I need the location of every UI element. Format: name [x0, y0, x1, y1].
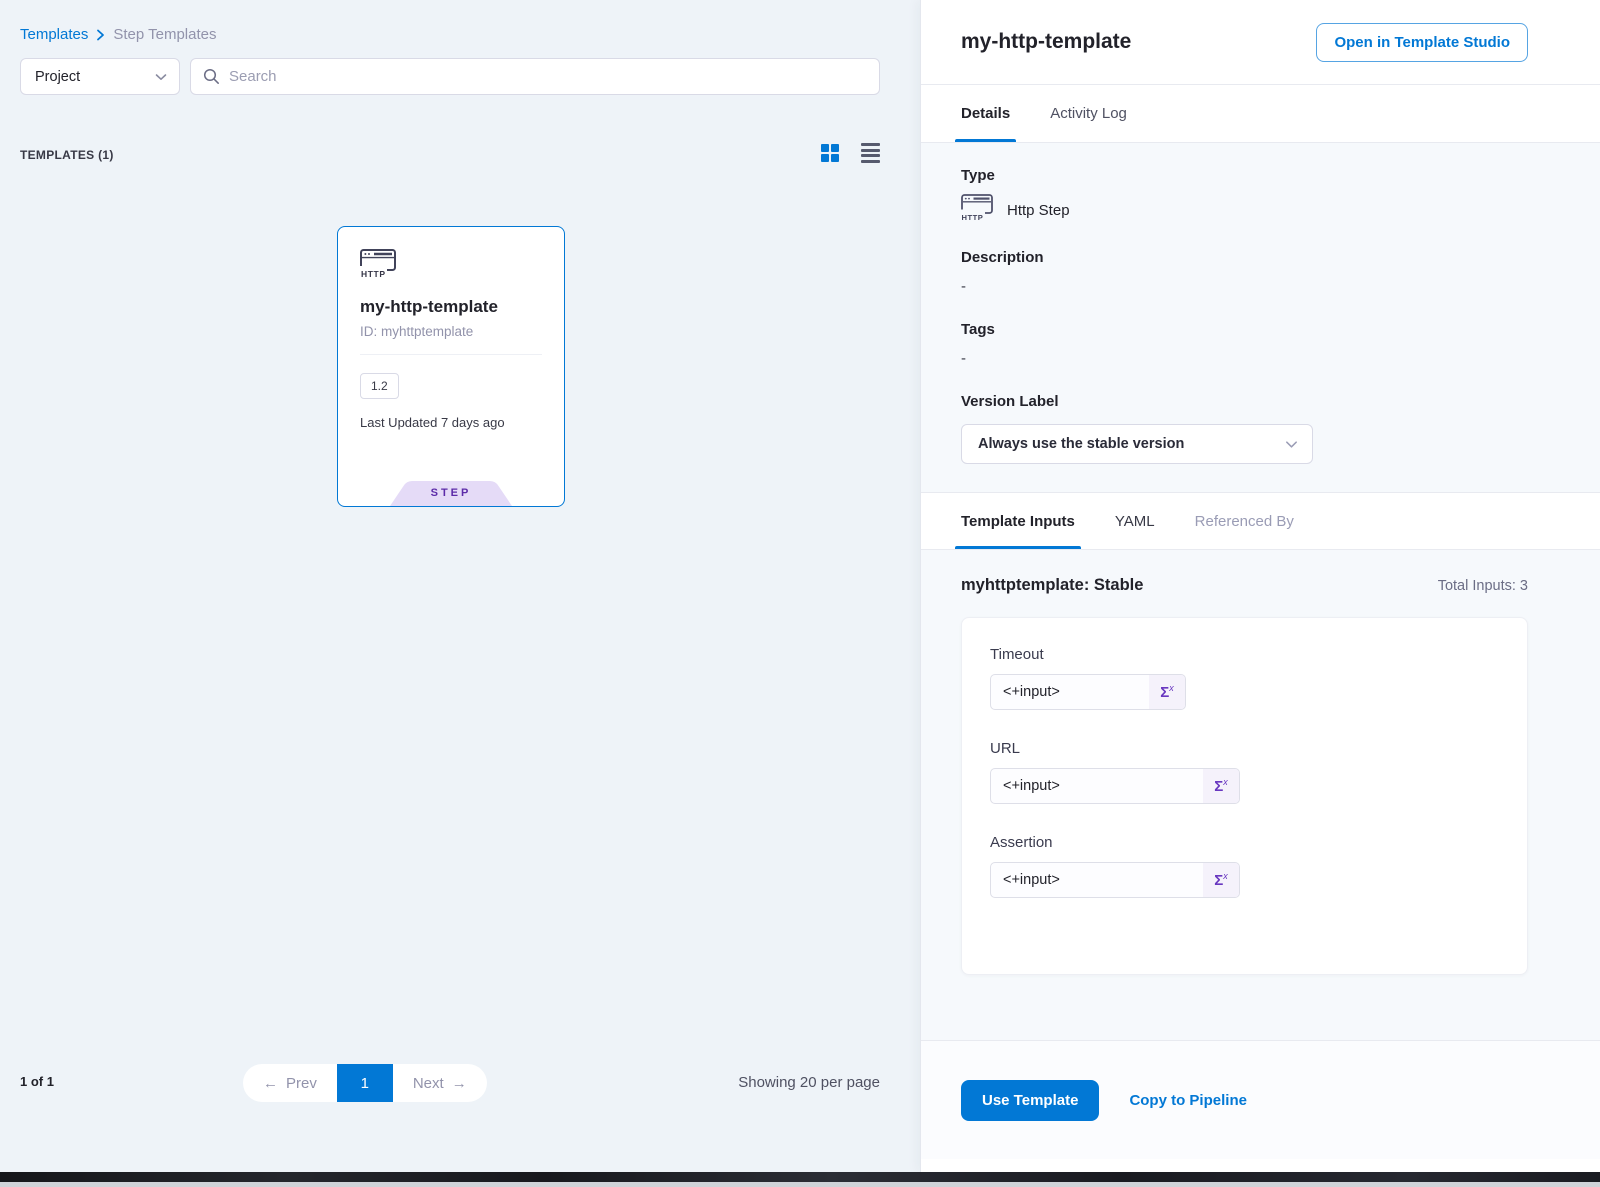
- drawer-title: my-http-template: [961, 30, 1131, 54]
- assertion-value[interactable]: <+input>: [991, 863, 1203, 897]
- description-value: -: [961, 278, 1528, 295]
- template-card-id: ID: myhttptemplate: [360, 324, 542, 339]
- template-inputs-section: myhttptemplate: Stable Total Inputs: 3 T…: [921, 550, 1600, 1040]
- view-toggles: [821, 143, 881, 163]
- templates-count-header: TEMPLATES (1): [20, 148, 114, 162]
- drawer-footer: Use Template Copy to Pipeline: [921, 1040, 1600, 1159]
- last-updated-text: Last Updated 7 days ago: [360, 415, 542, 430]
- description-label: Description: [961, 249, 1528, 266]
- expression-toggle-icon[interactable]: Σx: [1203, 769, 1239, 803]
- breadcrumb: Templates Step Templates: [20, 26, 217, 43]
- tags-label: Tags: [961, 321, 1528, 338]
- template-card-title: my-http-template: [360, 297, 542, 317]
- input-group-timeout: Timeout <+input> Σx: [990, 646, 1499, 710]
- url-label: URL: [990, 740, 1499, 757]
- tab-details[interactable]: Details: [961, 85, 1010, 142]
- desktop-edge-strip: [0, 1172, 1600, 1182]
- stable-version-heading: myhttptemplate: Stable: [961, 576, 1143, 595]
- details-tabs: Details Activity Log: [921, 85, 1600, 143]
- assertion-label: Assertion: [990, 834, 1499, 851]
- list-view-icon[interactable]: [861, 143, 880, 163]
- breadcrumb-templates-link[interactable]: Templates: [20, 26, 88, 43]
- use-template-button[interactable]: Use Template: [961, 1080, 1099, 1121]
- svg-text:HTTP: HTTP: [962, 213, 984, 222]
- card-divider: [360, 354, 542, 355]
- drawer-header: my-http-template Open in Template Studio: [921, 0, 1600, 85]
- showing-per-page: Showing 20 per page: [738, 1074, 880, 1091]
- prev-page-button[interactable]: ← Prev: [243, 1064, 337, 1102]
- timeout-value[interactable]: <+input>: [991, 675, 1149, 709]
- active-page-button[interactable]: 1: [337, 1064, 393, 1102]
- timeout-label: Timeout: [990, 646, 1499, 663]
- details-section: Type HTTP Http Step Description - Tags -…: [921, 143, 1600, 492]
- arrow-left-icon: ←: [263, 1075, 278, 1092]
- search-icon: [203, 68, 220, 85]
- grid-view-icon[interactable]: [821, 144, 840, 163]
- copy-to-pipeline-link[interactable]: Copy to Pipeline: [1129, 1092, 1247, 1109]
- step-type-badge: STEP: [390, 481, 512, 506]
- version-chip: 1.2: [360, 373, 399, 399]
- breadcrumb-current: Step Templates: [113, 26, 216, 43]
- url-value[interactable]: <+input>: [991, 769, 1203, 803]
- total-inputs-count: Total Inputs: 3: [1438, 578, 1528, 594]
- arrow-right-icon: →: [452, 1075, 467, 1092]
- inputs-tabs: Template Inputs YAML Referenced By: [921, 492, 1600, 550]
- version-select-value: Always use the stable version: [978, 436, 1184, 452]
- version-label: Version Label: [961, 393, 1528, 410]
- search-input[interactable]: [229, 68, 867, 85]
- tab-template-inputs[interactable]: Template Inputs: [961, 493, 1075, 549]
- filter-controls: Project: [20, 58, 880, 95]
- pager: ← Prev 1 Next →: [243, 1064, 487, 1102]
- timeout-field: <+input> Σx: [990, 674, 1186, 710]
- chevron-down-icon: [155, 73, 167, 81]
- page-count: 1 of 1: [20, 1074, 54, 1089]
- expression-toggle-icon[interactable]: Σx: [1149, 675, 1185, 709]
- template-card[interactable]: HTTP my-http-template ID: myhttptemplate…: [337, 226, 565, 507]
- http-step-icon: HTTP: [360, 266, 398, 283]
- expression-toggle-icon[interactable]: Σx: [1203, 863, 1239, 897]
- tab-referenced-by[interactable]: Referenced By: [1195, 493, 1294, 549]
- type-value: Http Step: [1007, 202, 1070, 219]
- inputs-card: Timeout <+input> Σx URL <+input> Σx: [961, 617, 1528, 975]
- scope-select[interactable]: Project: [20, 58, 180, 95]
- tab-yaml[interactable]: YAML: [1115, 493, 1155, 549]
- desktop-edge-bar: [0, 1182, 1600, 1187]
- assertion-field: <+input> Σx: [990, 862, 1240, 898]
- http-step-icon: HTTP: [961, 194, 995, 227]
- version-select[interactable]: Always use the stable version: [961, 424, 1313, 464]
- tags-value: -: [961, 350, 1528, 367]
- open-in-template-studio-button[interactable]: Open in Template Studio: [1316, 23, 1528, 62]
- step-badge-label: STEP: [390, 487, 512, 499]
- template-details-drawer: my-http-template Open in Template Studio…: [920, 0, 1600, 1172]
- input-group-assertion: Assertion <+input> Σx: [990, 834, 1499, 898]
- input-group-url: URL <+input> Σx: [990, 740, 1499, 804]
- scope-select-value: Project: [35, 69, 80, 85]
- search-box: [190, 58, 880, 95]
- templates-list-panel: Templates Step Templates Project TEMPLAT…: [0, 0, 920, 1172]
- next-page-button[interactable]: Next →: [393, 1064, 487, 1102]
- chevron-down-icon: [1285, 440, 1298, 449]
- tab-activity-log[interactable]: Activity Log: [1050, 85, 1127, 142]
- url-field: <+input> Σx: [990, 768, 1240, 804]
- chevron-right-icon: [96, 29, 105, 41]
- svg-text:HTTP: HTTP: [361, 269, 386, 279]
- type-label: Type: [961, 167, 1528, 184]
